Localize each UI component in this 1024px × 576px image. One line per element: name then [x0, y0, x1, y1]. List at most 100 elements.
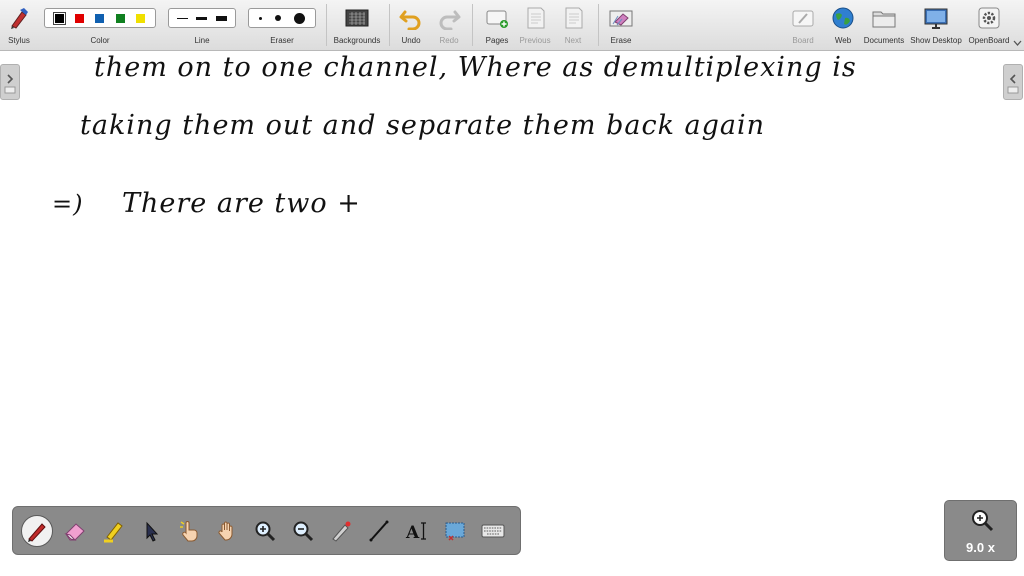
- handwriting-arrow: =): [52, 190, 84, 218]
- monitor-icon: [924, 8, 948, 29]
- eraser-icon: [64, 523, 85, 541]
- handwriting-line-3: There are two +: [122, 188, 361, 219]
- show-desktop-label: Show Desktop: [910, 36, 962, 45]
- undo-label: Undo: [401, 36, 421, 45]
- redo-button[interactable]: Redo: [434, 0, 464, 51]
- highlighter-tool-button[interactable]: [97, 515, 129, 547]
- openboard-label: OpenBoard: [968, 36, 1010, 45]
- keyboard-tool-button[interactable]: [477, 515, 509, 547]
- documents-button[interactable]: Documents: [862, 0, 906, 51]
- text-icon: A: [405, 522, 426, 543]
- toolbar-separator: [598, 4, 599, 46]
- openboard-window: Stylus Color Line Eraser Backgrounds Und…: [0, 0, 1024, 576]
- pages-label: Pages: [485, 36, 509, 45]
- eraser-tool-button[interactable]: [59, 515, 91, 547]
- folder-icon: [872, 11, 896, 28]
- hand-icon: [218, 521, 233, 541]
- previous-label: Previous: [519, 36, 551, 45]
- zoom-out-icon: [293, 521, 314, 542]
- line-width-palette: [168, 8, 236, 28]
- screen-capture-icon: [445, 522, 465, 541]
- color-swatch-yellow[interactable]: [136, 13, 146, 23]
- next-label: Next: [564, 36, 582, 45]
- eraser-medium-option[interactable]: [274, 15, 281, 21]
- highlighter-icon: [104, 522, 123, 543]
- text-tool-button[interactable]: A: [401, 515, 433, 547]
- capture-tool-button[interactable]: [439, 515, 471, 547]
- interact-tool-button[interactable]: [173, 515, 205, 547]
- pen-icon: [28, 523, 46, 542]
- line-thick-option[interactable]: [215, 15, 227, 21]
- zoom-in-tool-button[interactable]: [249, 515, 281, 547]
- erase-label: Erase: [610, 36, 632, 45]
- hand-tool-button[interactable]: [211, 515, 243, 547]
- color-palette: [44, 8, 156, 28]
- stylus-button[interactable]: Stylus: [2, 0, 36, 51]
- selector-tool-button[interactable]: [135, 515, 167, 547]
- add-page-icon: [486, 10, 508, 28]
- erase-button[interactable]: Erase: [604, 0, 638, 51]
- toolbar-separator: [472, 4, 473, 46]
- show-desktop-button[interactable]: Show Desktop: [908, 0, 964, 51]
- line-group: Line: [168, 0, 236, 51]
- line-label: Line: [194, 36, 210, 45]
- top-toolbar: Stylus Color Line Eraser Backgrounds Und…: [0, 0, 1024, 51]
- stylus-palette: A: [12, 506, 521, 555]
- line-tool-button[interactable]: [363, 515, 395, 547]
- gear-icon: [978, 7, 1000, 29]
- openboard-menu-button[interactable]: OpenBoard: [966, 0, 1012, 51]
- magnifier-icon: [972, 510, 994, 532]
- zoom-in-icon: [255, 521, 276, 542]
- web-label: Web: [834, 36, 852, 45]
- stylus-icon: [11, 8, 28, 29]
- eraser-large-option[interactable]: [293, 12, 305, 24]
- eraser-label: Eraser: [270, 36, 294, 45]
- laser-pointer-tool-button[interactable]: [325, 515, 357, 547]
- handwriting-line-2: taking them out and separate them back a…: [80, 110, 766, 141]
- backgrounds-icon: [345, 9, 369, 27]
- redo-icon: [439, 10, 461, 30]
- zoom-out-tool-button[interactable]: [287, 515, 319, 547]
- line-icon: [369, 520, 389, 542]
- line-medium-option[interactable]: [196, 16, 208, 20]
- chevron-down-icon[interactable]: [1013, 40, 1022, 46]
- next-page-icon: [565, 7, 583, 29]
- color-swatch-black[interactable]: [52, 11, 66, 25]
- documents-label: Documents: [863, 36, 905, 45]
- stylus-label: Stylus: [8, 36, 30, 45]
- pointing-hand-icon: [180, 521, 198, 542]
- eraser-small-option[interactable]: [259, 16, 263, 20]
- cursor-arrow-icon: [146, 521, 159, 542]
- board-label: Board: [792, 36, 814, 45]
- globe-icon: [832, 7, 854, 29]
- zoom-indicator[interactable]: 9.0 x: [944, 500, 1017, 561]
- laser-pointer-icon: [332, 521, 351, 542]
- eraser-size-palette: [248, 8, 316, 28]
- undo-button[interactable]: Undo: [396, 0, 426, 51]
- svg-text:A: A: [405, 523, 420, 543]
- redo-label: Redo: [439, 36, 459, 45]
- erase-board-icon: [609, 10, 633, 27]
- color-swatch-green[interactable]: [115, 13, 125, 23]
- keyboard-icon: [481, 524, 505, 538]
- toolbar-separator: [389, 4, 390, 46]
- previous-page-icon: [527, 7, 545, 29]
- whiteboard-canvas[interactable]: them on to one channel, Where as demulti…: [0, 52, 1024, 576]
- toolbar-separator: [326, 4, 327, 46]
- backgrounds-button[interactable]: Backgrounds: [330, 0, 384, 51]
- eraser-group: Eraser: [248, 0, 316, 51]
- handwriting-line-1: them on to one channel, Where as demulti…: [94, 52, 857, 83]
- undo-icon: [399, 10, 421, 30]
- zoom-level: 9.0 x: [966, 540, 995, 555]
- pen-tool-button[interactable]: [21, 515, 53, 547]
- board-button[interactable]: Board: [786, 0, 820, 51]
- color-swatch-blue[interactable]: [95, 13, 105, 23]
- previous-button[interactable]: Previous: [518, 0, 552, 51]
- board-icon: [792, 10, 814, 27]
- pages-button[interactable]: Pages: [480, 0, 514, 51]
- line-thin-option[interactable]: [177, 17, 189, 19]
- color-swatch-red[interactable]: [75, 13, 85, 23]
- web-button[interactable]: Web: [826, 0, 860, 51]
- next-button[interactable]: Next: [556, 0, 590, 51]
- color-label: Color: [90, 36, 110, 45]
